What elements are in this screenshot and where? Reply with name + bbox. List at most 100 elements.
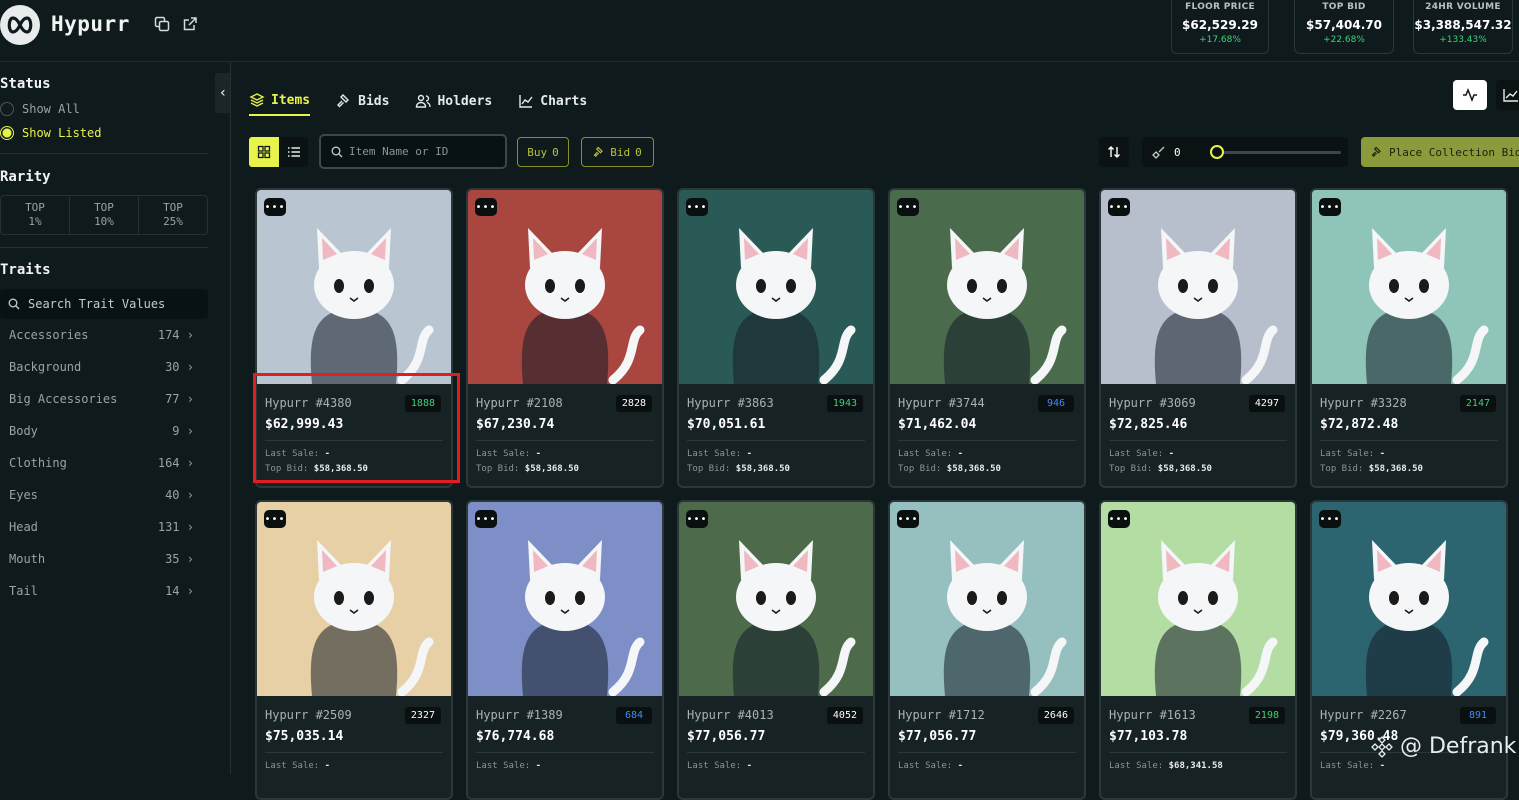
item-image[interactable] (679, 502, 873, 696)
trait-count: 77 (165, 392, 180, 406)
grid-view-button[interactable] (249, 137, 279, 167)
trait-tail[interactable]: Tail 14 › (9, 584, 194, 598)
sweep-slider-track[interactable] (1217, 151, 1341, 154)
item-image[interactable] (257, 502, 451, 696)
item-image[interactable] (1312, 190, 1506, 384)
collapse-sidebar-button[interactable]: ‹ (215, 73, 231, 113)
item-card[interactable]: ••• Hypurr #1389 684 $76,774.68 Last Sale: - (466, 500, 664, 800)
item-image[interactable] (1101, 190, 1295, 384)
divider (0, 153, 208, 154)
buy-count: 0 (552, 145, 559, 159)
item-image[interactable] (679, 190, 873, 384)
trait-count: 174 (157, 328, 180, 342)
item-card[interactable]: ••• Hypurr #1613 2198 $77,103.78 Last Sale: … (1099, 500, 1297, 800)
item-image[interactable] (1101, 502, 1295, 696)
trait-name: Accessories (9, 328, 89, 342)
last-sale: Last Sale: - (1109, 449, 1174, 459)
more-options-button[interactable]: ••• (1319, 198, 1341, 216)
trait-name: Mouth (9, 552, 46, 566)
activity-view-button[interactable] (1453, 80, 1487, 110)
item-card[interactable]: ••• Hypurr #2108 2828 $67,230.74 Last Sale: … (466, 188, 664, 488)
more-options-button[interactable]: ••• (686, 198, 708, 216)
sort-button[interactable] (1099, 137, 1129, 167)
item-image[interactable] (890, 190, 1084, 384)
stat-24hr-volume: 24HR VOLUME $3,388,547.32 +133.43% (1413, 0, 1513, 54)
trait-name: Eyes (9, 488, 38, 502)
chevron-right-icon: › (186, 360, 194, 374)
more-options-button[interactable]: ••• (264, 510, 286, 528)
more-options-button[interactable]: ••• (1108, 510, 1130, 528)
item-card[interactable]: ••• Hypurr #3863 1943 $70,051.61 Last Sale: … (677, 188, 875, 488)
rarity-top-1[interactable]: TOP 1% (1, 196, 70, 234)
chevron-left-icon: ‹ (218, 85, 228, 101)
item-image[interactable] (257, 190, 451, 384)
item-image[interactable] (468, 502, 662, 696)
more-options-button[interactable]: ••• (1108, 198, 1130, 216)
trait-clothing[interactable]: Clothing 164 › (9, 456, 194, 470)
trait-head[interactable]: Head 131 › (9, 520, 194, 534)
divider (0, 247, 208, 248)
item-card[interactable]: ••• Hypurr #3328 2147 $72,872.48 Last Sale: … (1310, 188, 1508, 488)
tab-bids[interactable]: Bids (336, 86, 389, 116)
trait-background[interactable]: Background 30 › (9, 360, 194, 374)
item-card[interactable]: ••• Hypurr #1712 2646 $77,056.77 Last Sale: … (888, 500, 1086, 800)
more-options-button[interactable]: ••• (897, 198, 919, 216)
last-sale: Last Sale: - (687, 449, 752, 459)
item-search-input[interactable] (349, 145, 489, 158)
stat-label: TOP BID (1322, 2, 1366, 12)
trait-body[interactable]: Body 9 › (9, 424, 194, 438)
buy-button[interactable]: Buy 0 (517, 137, 569, 167)
trait-big-accessories[interactable]: Big Accessories 77 › (9, 392, 194, 406)
place-collection-bid-button[interactable]: Place Collection Bid (1361, 137, 1519, 167)
more-options-button[interactable]: ••• (475, 198, 497, 216)
item-card[interactable]: ••• Hypurr #3744 946 $71,462.04 Last Sale: -… (888, 188, 1086, 488)
more-options-button[interactable]: ••• (686, 510, 708, 528)
tab-charts[interactable]: Charts (518, 86, 587, 116)
item-search-field[interactable] (319, 134, 507, 169)
last-sale-label: Last Sale: (1109, 449, 1164, 459)
item-price: $72,872.48 (1320, 417, 1399, 432)
top-bid: Top Bid: $58,368.50 (476, 464, 579, 474)
chevron-right-icon: › (186, 552, 194, 566)
more-options-button[interactable]: ••• (1319, 510, 1341, 528)
item-name: Hypurr #1389 (476, 708, 563, 722)
item-image[interactable] (1312, 502, 1506, 696)
last-sale-label: Last Sale: (1320, 449, 1375, 459)
trait-search-field[interactable]: Search Trait Values (0, 289, 208, 319)
item-name: Hypurr #1712 (898, 708, 985, 722)
tab-label: Holders (437, 93, 493, 109)
last-sale: Last Sale: - (1320, 449, 1385, 459)
chart-view-button[interactable] (1496, 80, 1519, 110)
more-options-button[interactable]: ••• (475, 510, 497, 528)
rarity-line2: 25% (163, 215, 183, 228)
radio-show-all[interactable]: Show All (0, 102, 80, 116)
item-image[interactable] (468, 190, 662, 384)
trait-accessories[interactable]: Accessories 174 › (9, 328, 194, 342)
tab-items[interactable]: Items (249, 86, 311, 116)
trait-mouth[interactable]: Mouth 35 › (9, 552, 194, 566)
more-dots-icon: ••• (686, 201, 708, 213)
item-card[interactable]: ••• Hypurr #2509 2327 $75,035.14 Last Sale: … (255, 500, 453, 800)
more-options-button[interactable]: ••• (897, 510, 919, 528)
top-bid: Top Bid: $58,368.50 (687, 464, 790, 474)
bid-button[interactable]: Bid 0 (581, 137, 654, 167)
trait-eyes[interactable]: Eyes 40 › (9, 488, 194, 502)
rarity-rank-badge: 946 (1038, 395, 1074, 412)
sweep-slider-handle[interactable] (1210, 145, 1224, 159)
copy-icon[interactable] (154, 16, 170, 32)
last-sale: Last Sale: - (476, 761, 541, 771)
chevron-right-icon: › (186, 424, 194, 438)
item-card[interactable]: ••• Hypurr #4013 4052 $77,056.77 Last Sale: … (677, 500, 875, 800)
external-link-icon[interactable] (182, 16, 198, 32)
trend-chart-icon (1503, 89, 1518, 102)
radio-show-listed[interactable]: Show Listed (0, 126, 101, 140)
sweep-count: 0 (1174, 145, 1181, 159)
tab-holders[interactable]: Holders (415, 86, 492, 116)
item-image[interactable] (890, 502, 1084, 696)
list-view-button[interactable] (279, 137, 308, 167)
hypurr-logo[interactable] (0, 5, 40, 45)
item-card[interactable]: ••• Hypurr #3069 4297 $72,825.46 Last Sale: … (1099, 188, 1297, 488)
rarity-top-10[interactable]: TOP 10% (70, 196, 139, 234)
more-options-button[interactable]: ••• (264, 198, 286, 216)
rarity-top-25[interactable]: TOP 25% (139, 196, 207, 234)
